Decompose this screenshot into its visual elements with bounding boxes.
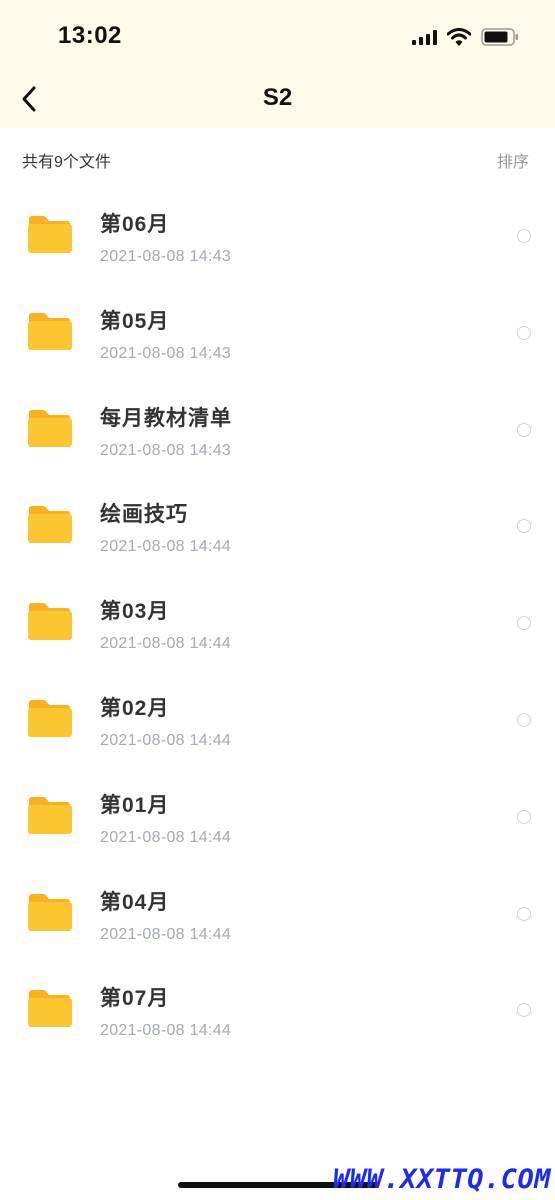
top-bar: 13:02 S2: [0, 0, 555, 128]
page-title: S2: [262, 84, 293, 111]
file-row[interactable]: 第06月 2021-08-08 14:43: [0, 188, 555, 285]
file-name: 第07月: [100, 987, 170, 1011]
select-radio[interactable]: [517, 422, 531, 437]
file-count-label: 共有9个文件: [22, 154, 111, 171]
file-name: 第04月: [100, 890, 170, 914]
file-date: 2021-08-08 14:43: [100, 441, 232, 459]
folder-icon: [26, 892, 72, 932]
folder-icon: [26, 795, 72, 835]
folder-icon: [26, 214, 72, 254]
file-date: 2021-08-08 14:44: [100, 828, 232, 846]
file-name: 第01月: [100, 793, 170, 817]
file-date: 2021-08-08 14:44: [100, 538, 232, 556]
file-row[interactable]: 第03月 2021-08-08 14:44: [0, 575, 555, 672]
file-name: 第06月: [100, 213, 170, 236]
file-name: 第03月: [100, 600, 170, 624]
folder-icon: [26, 504, 72, 544]
select-radio[interactable]: [517, 712, 531, 727]
file-name: 绘画技巧: [100, 503, 188, 527]
file-row[interactable]: 每月教材清单 2021-08-08 14:43: [0, 382, 555, 479]
select-radio[interactable]: [517, 229, 531, 243]
select-radio[interactable]: [517, 1003, 531, 1018]
select-radio[interactable]: [517, 809, 531, 824]
file-date: 2021-08-08 14:44: [100, 1022, 232, 1040]
file-name: 每月教材清单: [100, 406, 232, 430]
signal-icon: [412, 29, 437, 45]
folder-icon: [26, 601, 72, 641]
folder-icon: [26, 988, 72, 1028]
file-date: 2021-08-08 14:44: [100, 925, 232, 943]
folder-icon: [26, 408, 72, 448]
file-row[interactable]: 第02月 2021-08-08 14:44: [0, 672, 555, 769]
folder-icon: [26, 311, 72, 351]
select-radio[interactable]: [517, 519, 531, 534]
battery-icon: [481, 28, 518, 46]
file-date: 2021-08-08 14:43: [100, 344, 232, 362]
select-radio[interactable]: [517, 906, 531, 921]
file-row[interactable]: 第07月 2021-08-08 14:44: [0, 962, 555, 1059]
status-time: 13:02: [58, 22, 122, 49]
file-date: 2021-08-08 14:43: [100, 248, 232, 265]
file-date: 2021-08-08 14:44: [100, 635, 232, 653]
file-date: 2021-08-08 14:44: [100, 731, 232, 749]
wifi-icon: [447, 28, 471, 46]
status-icons: [412, 26, 519, 48]
file-row[interactable]: 第01月 2021-08-08 14:44: [0, 769, 555, 866]
select-radio[interactable]: [517, 325, 531, 340]
file-name: 第05月: [100, 309, 170, 333]
file-row[interactable]: 第05月 2021-08-08 14:43: [0, 285, 555, 382]
folder-icon: [26, 698, 72, 738]
summary-bar: 共有9个文件 排序: [0, 128, 555, 188]
file-row[interactable]: 绘画技巧 2021-08-08 14:44: [0, 478, 555, 575]
select-radio[interactable]: [517, 616, 531, 631]
file-list: 第06月 2021-08-08 14:43 第05月 2021-08-08 14:43…: [0, 188, 555, 1059]
watermark: WWW.XXTTQ.COM: [333, 1164, 551, 1195]
file-name: 第02月: [100, 696, 170, 720]
sort-button[interactable]: 排序: [497, 148, 529, 172]
file-row[interactable]: 第04月 2021-08-08 14:44: [0, 866, 555, 963]
